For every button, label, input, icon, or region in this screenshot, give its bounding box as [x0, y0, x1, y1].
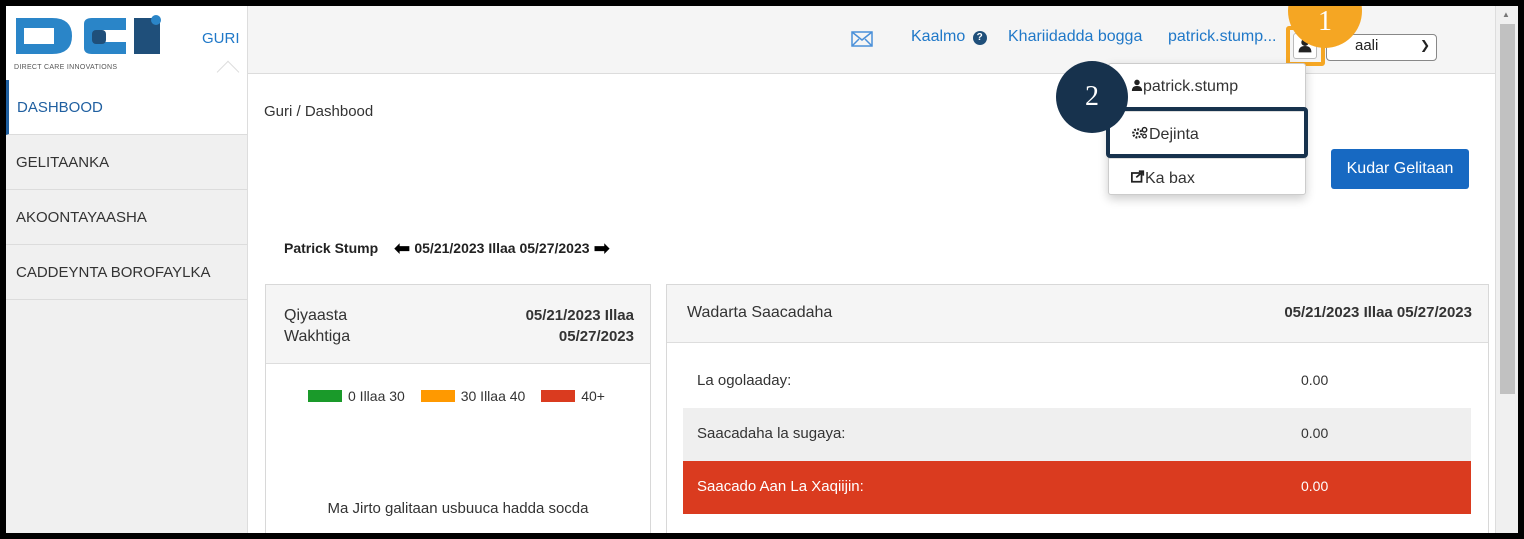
previous-week-arrow-icon[interactable]: ⬅	[394, 236, 411, 261]
sidebar-item-dashboard[interactable]: DASHBOOD	[6, 80, 247, 135]
language-select-value: aali	[1355, 37, 1379, 54]
legend-swatch-red	[541, 390, 576, 402]
settings-highlight	[1106, 107, 1308, 158]
legend-swatch-green	[308, 390, 342, 402]
mail-icon[interactable]	[851, 31, 873, 47]
help-link[interactable]: Kaalmo ?	[911, 28, 987, 46]
menu-item-label: patrick.stump	[1143, 78, 1239, 95]
legend-swatch-orange	[420, 390, 455, 402]
chevron-down-icon: ❯	[1419, 38, 1430, 52]
menu-item-label: Ka bax	[1145, 170, 1195, 187]
sidebar-item-accounts[interactable]: AKOONTAYAASHA	[6, 190, 247, 245]
summary-row-label: Saacado Aan La Xaqiijin:	[697, 478, 864, 495]
employee-name: Patrick Stump	[284, 240, 379, 256]
legend-label: 40+	[581, 388, 605, 404]
help-link-label: Kaalmo	[911, 28, 966, 45]
hours-summary-rows: La ogolaaday: 0.00 Saacadaha la sugaya: …	[683, 355, 1471, 514]
hours-summary-panel: Wadarta Saacadaha 05/21/2023 Illaa 05/27…	[666, 284, 1489, 533]
hours-summary-date-range: 05/21/2023 Illaa 05/27/2023	[1284, 304, 1472, 321]
sidebar: DASHBOOD GELITAANKA AKOONTAYAASHA CADDEY…	[6, 80, 248, 533]
scroll-thumb[interactable]	[1500, 24, 1515, 394]
next-week-arrow-icon[interactable]: ➡	[593, 236, 610, 261]
time-estimate-date-range: 05/21/2023 Illaa 05/27/2023	[525, 307, 634, 345]
question-circle-icon: ?	[972, 31, 987, 45]
time-estimate-title: Qiyaasta Wakhtiga	[284, 307, 351, 345]
sidebar-item-profile-verification[interactable]: CADDEYNTA BOROFAYLKA	[6, 245, 247, 300]
summary-row-value: 0.00	[1301, 425, 1329, 441]
add-entry-button[interactable]: Kudar Gelitaan	[1331, 149, 1469, 189]
hours-summary-header: Wadarta Saacadaha 05/21/2023 Illaa 05/27…	[667, 285, 1488, 343]
legend-label: 30 Illaa 40	[460, 388, 526, 404]
dci-logo[interactable]: DIRECT CARE INNOVATIONS	[14, 12, 182, 72]
week-range: 05/21/2023 Illaa 05/27/2023	[414, 240, 590, 256]
logo-mark-icon	[16, 15, 161, 54]
username-link[interactable]: patrick.stump...	[1168, 28, 1288, 46]
menu-item-profile[interactable]: patrick.stump	[1131, 78, 1238, 96]
home-link[interactable]: GURI	[202, 30, 240, 47]
share-out-icon	[1131, 170, 1145, 183]
user-icon	[1131, 79, 1143, 91]
step-2-callout: 2	[1056, 61, 1128, 133]
shop-link[interactable]: Khariidadda bogga	[1008, 28, 1142, 46]
week-navigator: Patrick Stump ⬅ 05/21/2023 Illaa 05/27/2…	[284, 236, 610, 261]
summary-row-pending: Saacadaha la sugaya: 0.00	[683, 408, 1471, 461]
breadcrumb: Guri / Dashbood	[264, 103, 374, 120]
sidebar-item-entries[interactable]: GELITAANKA	[6, 135, 247, 190]
app-window: DIRECT CARE INNOVATIONS GURI Kaalmo ? Kh…	[6, 6, 1518, 533]
menu-item-logout[interactable]: Ka bax	[1131, 170, 1195, 188]
summary-row-unverified: Saacado Aan La Xaqiijin: 0.00	[683, 461, 1471, 514]
menu-divider	[1109, 158, 1305, 159]
summary-row-label: Saacadaha la sugaya:	[697, 425, 846, 442]
hours-legend: 0 Illaa 30 30 Illaa 40 40+	[308, 388, 617, 404]
summary-row-approved: La ogolaaday: 0.00	[683, 355, 1471, 408]
vertical-scrollbar[interactable]: ▲	[1495, 6, 1518, 533]
scroll-up-arrow-icon[interactable]: ▲	[1502, 10, 1510, 19]
summary-row-value: 0.00	[1301, 372, 1329, 388]
time-estimate-header: Qiyaasta Wakhtiga 05/21/2023 Illaa 05/27…	[266, 285, 650, 364]
legend-label: 0 Illaa 30	[348, 388, 405, 404]
logo-container: DIRECT CARE INNOVATIONS GURI	[6, 6, 248, 80]
no-entries-message: Ma Jirto galitaan usbuuca hadda socda	[327, 500, 589, 517]
summary-row-value: 0.00	[1301, 478, 1329, 494]
logo-caption: DIRECT CARE INNOVATIONS	[14, 64, 118, 71]
time-estimate-panel: Qiyaasta Wakhtiga 05/21/2023 Illaa 05/27…	[265, 284, 651, 533]
summary-row-label: La ogolaaday:	[697, 372, 792, 389]
hours-summary-title: Wadarta Saacadaha	[687, 304, 833, 321]
